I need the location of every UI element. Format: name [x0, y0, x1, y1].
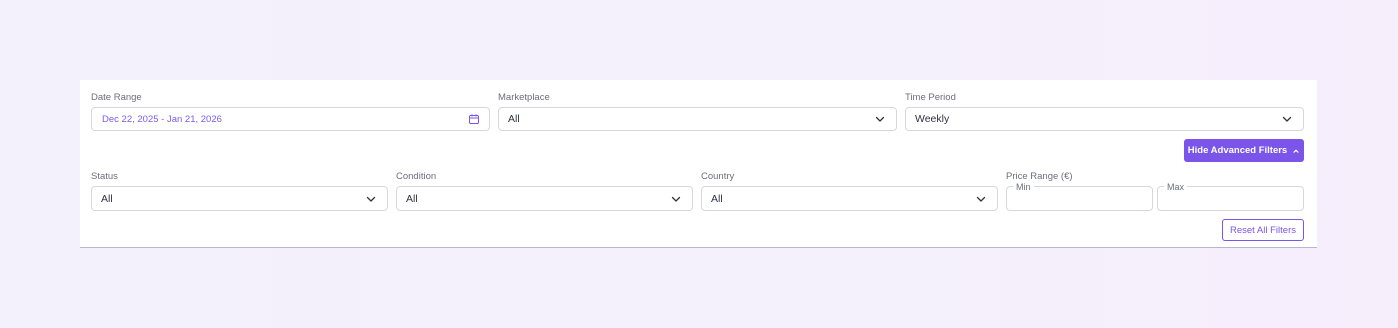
- chevron-down-icon: [875, 116, 885, 122]
- price-max-input[interactable]: Max: [1157, 182, 1304, 211]
- date-range-picker[interactable]: Dec 22, 2025 - Jan 21, 2026: [91, 107, 490, 131]
- country-value: All: [711, 192, 723, 205]
- calendar-icon: [469, 114, 479, 124]
- status-label: Status: [91, 171, 118, 182]
- time-period-value: Weekly: [915, 113, 950, 125]
- marketplace-value: All: [508, 113, 520, 125]
- time-period-label: Time Period: [905, 92, 956, 103]
- chevron-down-icon: [1282, 116, 1292, 122]
- country-label: Country: [701, 171, 735, 182]
- time-period-select[interactable]: Weekly: [905, 107, 1304, 131]
- chevron-down-icon: [671, 196, 681, 202]
- condition-label: Condition: [396, 171, 437, 182]
- price-max-placeholder: Max: [1164, 182, 1188, 192]
- price-min-input[interactable]: Min: [1006, 182, 1153, 211]
- status-select[interactable]: All: [91, 186, 388, 211]
- marketplace-label: Marketplace: [498, 92, 550, 103]
- hide-advanced-filters-label: Hide Advanced Filters: [1187, 145, 1288, 156]
- date-range-label: Date Range: [91, 92, 142, 103]
- hide-advanced-filters-button[interactable]: Hide Advanced Filters: [1184, 139, 1304, 162]
- filters-panel: Date Range Dec 22, 2025 - Jan 21, 2026 M…: [80, 80, 1317, 248]
- condition-value: All: [406, 192, 418, 205]
- status-value: All: [101, 192, 113, 205]
- country-select[interactable]: All: [701, 186, 998, 211]
- reset-all-filters-button[interactable]: Reset All Filters: [1222, 219, 1304, 241]
- chevron-down-icon: [366, 196, 376, 202]
- price-min-placeholder: Min: [1013, 182, 1034, 192]
- date-range-value: Dec 22, 2025 - Jan 21, 2026: [102, 113, 222, 125]
- price-range-label: Price Range (€): [1006, 171, 1073, 182]
- condition-select[interactable]: All: [396, 186, 693, 211]
- marketplace-select[interactable]: All: [498, 107, 897, 131]
- chevron-up-icon: [1293, 149, 1299, 153]
- chevron-down-icon: [976, 196, 986, 202]
